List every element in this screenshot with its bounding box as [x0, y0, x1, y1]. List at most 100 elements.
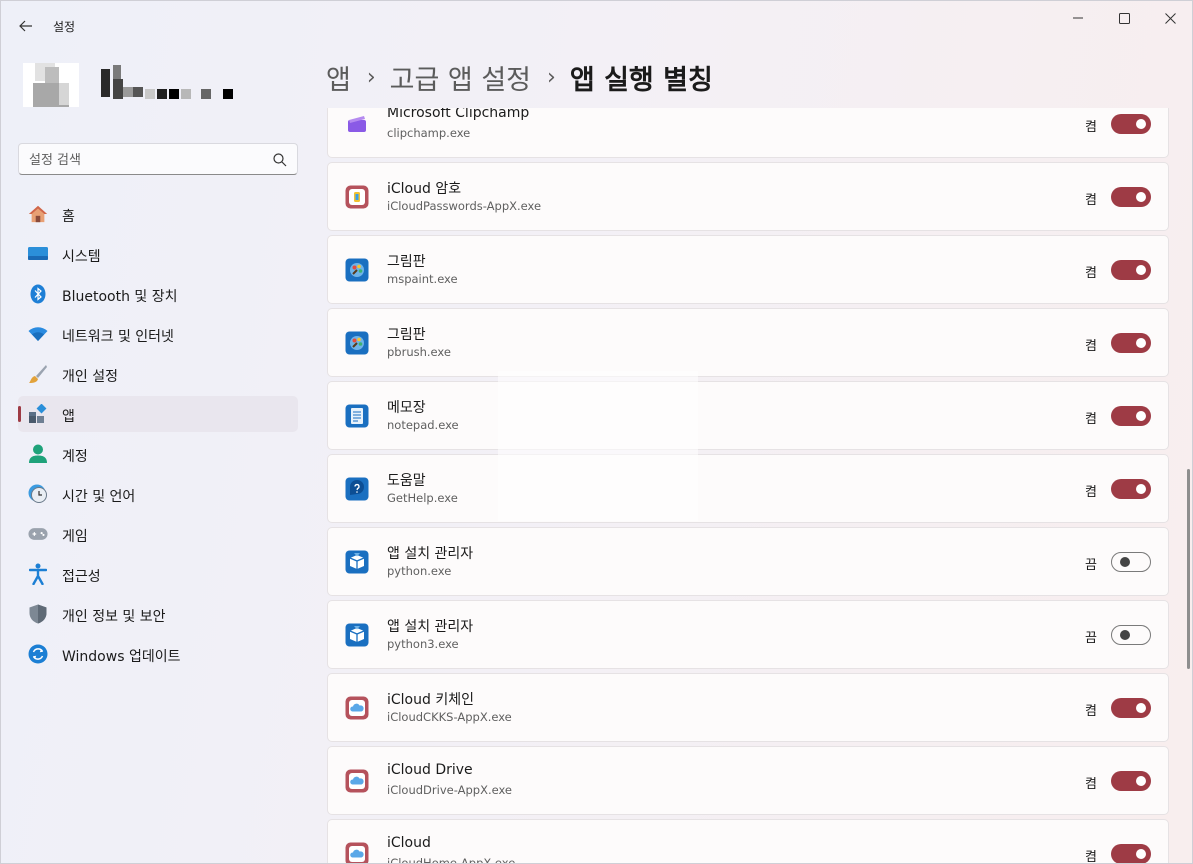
toggle-knob: [1120, 557, 1130, 567]
list-scrollbar[interactable]: [1187, 469, 1190, 669]
alias-toggle-clipchamp[interactable]: [1111, 114, 1151, 134]
brush-icon: [28, 364, 48, 384]
sidebar-item-label: 개인 정보 및 보안: [62, 609, 166, 625]
toggle-knob: [1136, 703, 1146, 713]
sidebar-item-label: Windows 업데이트: [62, 649, 181, 665]
alias-row: 메모장 notepad.exe 켬: [327, 381, 1169, 450]
alias-row: 앱 설치 관리자 python.exe 끔: [327, 527, 1169, 596]
close-button[interactable]: [1147, 1, 1192, 35]
sidebar-item-label: Bluetooth 및 장치: [62, 289, 178, 305]
back-arrow-icon: [19, 20, 32, 32]
alias-toggle-python3[interactable]: [1111, 625, 1151, 645]
account-icon: [28, 444, 48, 464]
app-exe: python3.exe: [387, 637, 459, 651]
app-exe: iCloudDrive-AppX.exe: [387, 783, 513, 797]
profile-name-redacted: [101, 65, 241, 101]
alias-toggle-notepad[interactable]: [1111, 406, 1151, 426]
alias-toggle-mspaint[interactable]: [1111, 260, 1151, 280]
page-title: 앱 실행 별칭: [569, 64, 713, 96]
sidebar-item-gaming[interactable]: 게임: [18, 516, 298, 552]
home-icon: [28, 204, 48, 224]
sidebar-item-label: 게임: [62, 529, 88, 545]
alias-row: 그림판 mspaint.exe 켬: [327, 235, 1169, 304]
alias-row: Microsoft Clipchamp clipchamp.exe 켬: [327, 108, 1169, 158]
app-name: iCloud: [387, 835, 431, 851]
app-exe: notepad.exe: [387, 418, 459, 432]
paint-icon: [345, 331, 369, 355]
window-title: 설정: [53, 20, 76, 34]
sidebar-item-accounts[interactable]: 계정: [18, 436, 298, 472]
alias-toggle-icloud-home[interactable]: [1111, 844, 1151, 863]
icloud-icon: [345, 696, 369, 720]
sidebar-item-privacy-security[interactable]: 개인 정보 및 보안: [18, 596, 298, 632]
sidebar-item-accessibility[interactable]: 접근성: [18, 556, 298, 592]
toggle-knob: [1136, 484, 1146, 494]
alias-row: 그림판 pbrush.exe 켬: [327, 308, 1169, 377]
get-help-icon: [345, 477, 369, 501]
sidebar-item-time-language[interactable]: 시간 및 언어: [18, 476, 298, 512]
app-name: iCloud Drive: [387, 762, 473, 778]
sidebar-item-label: 네트워크 및 인터넷: [62, 329, 174, 345]
maximize-icon: [1118, 12, 1130, 24]
profile-avatar[interactable]: [23, 63, 79, 107]
sidebar-item-label: 홈: [62, 209, 75, 225]
app-name: Microsoft Clipchamp: [387, 108, 530, 121]
breadcrumb-apps[interactable]: 앱: [326, 58, 351, 97]
sidebar-item-label: 개인 설정: [62, 369, 118, 385]
toggle-knob: [1136, 411, 1146, 421]
settings-search[interactable]: [18, 143, 298, 175]
app-installer-icon: [345, 550, 369, 574]
name-pixelated-image: [101, 65, 233, 99]
breadcrumb-chevron-icon: ›: [547, 64, 556, 90]
notepad-icon: [345, 404, 369, 428]
toggle-state-label: 켬: [1085, 266, 1097, 281]
search-input[interactable]: [29, 150, 269, 170]
alias-toggle-gethelp[interactable]: [1111, 479, 1151, 499]
icloud-icon: [345, 769, 369, 793]
maximize-button[interactable]: [1101, 1, 1147, 35]
sidebar-item-apps[interactable]: 앱: [18, 396, 298, 432]
avatar-pixelated-image: [23, 63, 79, 107]
toggle-state-label: 켬: [1085, 777, 1097, 792]
alias-toggle-pbrush[interactable]: [1111, 333, 1151, 353]
toggle-state-label: 끔: [1085, 558, 1097, 573]
search-icon[interactable]: [272, 152, 288, 168]
toggle-state-label: 켬: [1085, 485, 1097, 500]
app-name: iCloud 키체인: [387, 692, 474, 708]
sidebar-item-windows-update[interactable]: Windows 업데이트: [18, 636, 298, 672]
toggle-state-label: 켬: [1085, 704, 1097, 719]
breadcrumb-chevron-icon: ›: [366, 64, 376, 90]
toggle-state-label: 켬: [1085, 850, 1097, 864]
app-name: 메모장: [387, 400, 426, 416]
app-name: 도움말: [387, 473, 426, 489]
breadcrumb: 앱 › 고급 앱 설정 › 앱 실행 별칭: [326, 57, 713, 97]
app-name: 그림판: [387, 327, 426, 343]
toggle-knob: [1136, 192, 1146, 202]
toggle-state-label: 켬: [1085, 339, 1097, 354]
app-exe: iCloudCKKS-AppX.exe: [387, 710, 512, 724]
alias-toggle-icloud-drive[interactable]: [1111, 771, 1151, 791]
bluetooth-icon: [28, 284, 48, 304]
sidebar-item-home[interactable]: 홈: [18, 196, 298, 232]
title-bar: 설정: [1, 1, 1192, 49]
toggle-state-label: 켬: [1085, 412, 1097, 427]
sidebar-item-personalization[interactable]: 개인 설정: [18, 356, 298, 392]
app-exe: iCloudHome-AppX.exe: [387, 856, 516, 864]
gamepad-icon: [28, 524, 48, 544]
app-alias-list: Microsoft Clipchamp clipchamp.exe 켬 iClo…: [327, 108, 1170, 864]
sidebar-item-bluetooth[interactable]: Bluetooth 및 장치: [18, 276, 298, 312]
alias-toggle-icloud-passwords[interactable]: [1111, 187, 1151, 207]
breadcrumb-advanced-app-settings[interactable]: 고급 앱 설정: [390, 58, 531, 97]
alias-toggle-python[interactable]: [1111, 552, 1151, 572]
alias-row: iCloud Drive iCloudDrive-AppX.exe 켬: [327, 746, 1169, 815]
app-exe: mspaint.exe: [387, 272, 458, 286]
sidebar-item-network[interactable]: 네트워크 및 인터넷: [18, 316, 298, 352]
clipchamp-icon: [345, 112, 369, 136]
back-button[interactable]: [13, 13, 39, 39]
sidebar-item-system[interactable]: 시스템: [18, 236, 298, 272]
alias-toggle-icloud-keychain[interactable]: [1111, 698, 1151, 718]
app-name: 앱 설치 관리자: [387, 619, 474, 635]
sidebar-item-label: 시스템: [62, 249, 101, 265]
minimize-button[interactable]: [1055, 1, 1101, 35]
apps-icon: [28, 404, 48, 424]
